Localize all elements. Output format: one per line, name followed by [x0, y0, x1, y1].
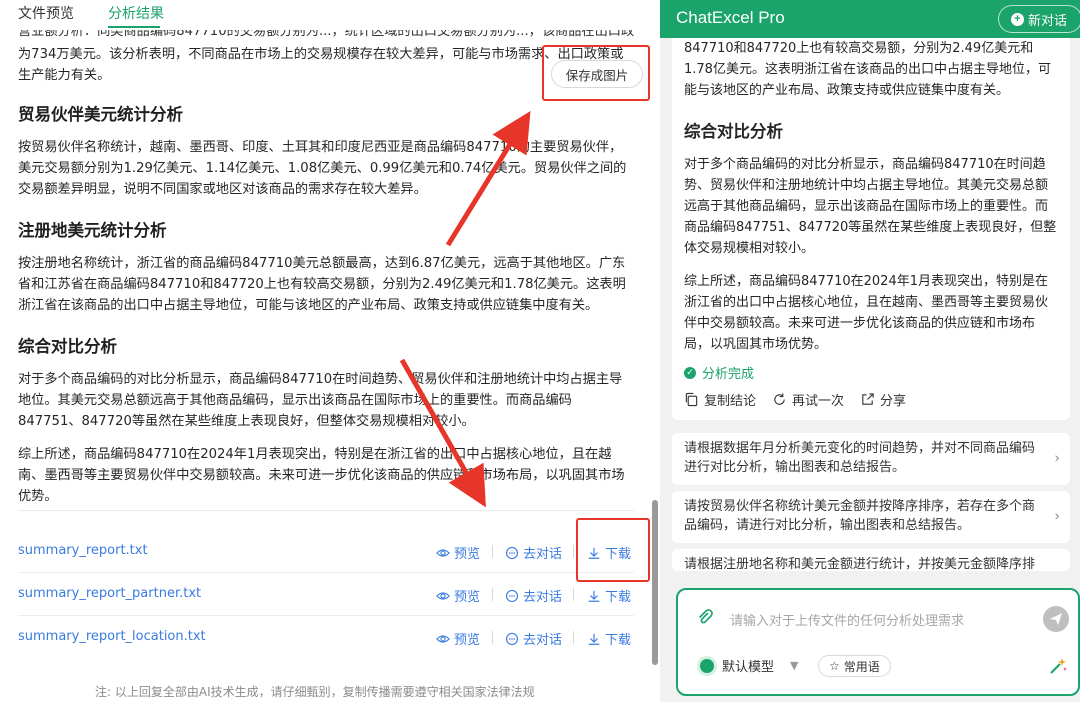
file-row: summary_report_location.txt 预览 去对话 下载	[18, 617, 634, 659]
new-chat-button[interactable]: + 新对话	[998, 5, 1080, 33]
answer-paragraph: 847710和847720上也有较高交易额，分别为2.49亿美元和1.78亿美元…	[684, 41, 1051, 98]
divider	[18, 572, 634, 573]
clipped-line: 营业额分析：同类商品编码847710的交易额分别为...，统计区域的出口交易额分…	[18, 28, 634, 39]
answer-actions: 复制结论 再试一次 分享	[684, 390, 906, 409]
chevron-down-icon: ▼	[790, 659, 799, 672]
separator	[492, 545, 493, 558]
suggestion-item[interactable]: 请按贸易伙伴名称统计美元金额并按降序排序，若存在多个商品编码，请进行对比分析，输…	[672, 491, 1070, 543]
tab-analysis-result[interactable]: 分析结果	[108, 3, 164, 23]
common-phrases-button[interactable]: ☆ 常用语	[818, 655, 891, 677]
separator	[573, 588, 574, 601]
chat-bubble-icon	[505, 546, 519, 559]
preview-button[interactable]: 预览	[436, 629, 480, 648]
file-link[interactable]: summary_report.txt	[18, 543, 148, 558]
eye-icon	[436, 634, 450, 643]
preview-button[interactable]: 预览	[436, 586, 480, 605]
answer-card: 847710和847720上也有较高交易额，分别为2.49亿美元和1.78亿美元…	[672, 30, 1070, 420]
section-heading-compare: 综合对比分析	[18, 337, 117, 356]
active-tab-indicator	[108, 26, 160, 28]
chevron-right-icon: ›	[1054, 450, 1060, 467]
download-button[interactable]: 下载	[587, 586, 631, 605]
report-paragraph-location: 按注册地名称统计，浙江省的商品编码847710美元总额最高，达到6.87亿美元，…	[18, 256, 626, 313]
suggestion-item[interactable]: 请根据注册地名称和美元金额进行统计，并按美元金额降序排	[672, 549, 1070, 571]
report-paragraph: 为734万美元。该分析表明，不同商品在市场上的交易规模存在较大差异，可能与市场需…	[18, 47, 624, 83]
plus-icon: +	[1011, 12, 1024, 26]
report-paragraph-summary: 综上所述，商品编码847710在2024年1月表现突出，特别是在浙江省的出口中占…	[18, 447, 625, 504]
divider	[18, 510, 634, 511]
analysis-status: ✓ 分析完成	[684, 363, 754, 382]
suggestion-item[interactable]: 请根据数据年月分析美元变化的时间趋势，并对不同商品编码进行对比分析，输出图表和总…	[672, 433, 1070, 485]
report-paragraph-compare: 对于多个商品编码的对比分析显示，商品编码847710在时间趋势、贸易伙伴和注册地…	[18, 372, 623, 429]
chat-input[interactable]: 请输入对于上传文件的任何分析处理需求	[730, 610, 964, 629]
report-content: 营业额分析：同类商品编码847710的交易额分别为...，统计区域的出口交易额分…	[18, 28, 634, 507]
share-icon	[862, 393, 874, 405]
paperclip-icon[interactable]	[696, 608, 714, 626]
chevron-right-icon: ›	[1054, 508, 1060, 525]
preview-button[interactable]: 预览	[436, 543, 480, 562]
download-icon	[588, 547, 600, 559]
download-button[interactable]: 下载	[587, 543, 631, 562]
file-row: summary_report_partner.txt 预览 去对话 下载	[18, 574, 634, 616]
star-icon: ☆	[829, 659, 840, 673]
answer-paragraph-summary: 综上所述，商品编码847710在2024年1月表现突出，特别是在浙江省的出口中占…	[684, 274, 1049, 352]
separator	[492, 631, 493, 644]
scrollbar[interactable]	[652, 500, 658, 665]
result-panel: 文件预览 分析结果 营业额分析：同类商品编码847710的交易额分别为...，统…	[0, 0, 660, 702]
tab-file-preview[interactable]: 文件预览	[18, 3, 74, 23]
answer-text: 847710和847720上也有较高交易额，分别为2.49亿美元和1.78亿美元…	[684, 38, 1060, 355]
go-chat-button[interactable]: 去对话	[505, 629, 562, 648]
send-icon	[1050, 613, 1062, 625]
save-as-image-button[interactable]: 保存成图片	[551, 60, 643, 88]
separator	[573, 545, 574, 558]
go-chat-button[interactable]: 去对话	[505, 543, 562, 562]
model-selector[interactable]: 默认模型 ▼	[700, 656, 798, 675]
magic-wand-icon[interactable]	[1048, 656, 1068, 676]
divider	[18, 615, 634, 616]
copy-icon	[685, 392, 698, 407]
chat-input-box[interactable]: 请输入对于上传文件的任何分析处理需求 默认模型 ▼ ☆ 常用语	[676, 588, 1080, 696]
ai-disclaimer: 注: 以上回复全部由AI技术生成，请仔细甄别，复制传播需要遵守相关国家法律法规	[95, 685, 535, 699]
separator	[573, 631, 574, 644]
refresh-icon	[774, 393, 785, 405]
answer-paragraph-compare: 对于多个商品编码的对比分析显示，商品编码847710在时间趋势、贸易伙伴和注册地…	[684, 157, 1057, 256]
section-heading-location: 注册地美元统计分析	[18, 221, 167, 240]
retry-button[interactable]: 再试一次	[772, 390, 844, 409]
go-chat-button[interactable]: 去对话	[505, 586, 562, 605]
chat-header: ChatExcel Pro + 新对话	[660, 0, 1080, 38]
file-link[interactable]: summary_report_location.txt	[18, 629, 206, 644]
answer-heading: 综合对比分析	[684, 122, 783, 141]
file-link[interactable]: summary_report_partner.txt	[18, 586, 201, 601]
chat-bubble-icon	[505, 632, 519, 645]
eye-icon	[436, 548, 450, 557]
tab-bar: 文件预览 分析结果	[0, 0, 660, 30]
download-icon	[588, 633, 600, 645]
chat-panel: ChatExcel Pro + 新对话 847710和847720上也有较高交易…	[660, 0, 1080, 702]
section-heading-partner: 贸易伙伴美元统计分析	[18, 105, 183, 124]
copy-conclusion-button[interactable]: 复制结论	[684, 390, 756, 409]
file-row: summary_report.txt 预览 去对话 下载	[18, 531, 634, 573]
download-button[interactable]: 下载	[587, 629, 631, 648]
separator	[492, 588, 493, 601]
eye-icon	[436, 591, 450, 600]
share-button[interactable]: 分享	[860, 390, 906, 409]
app-title: ChatExcel Pro	[676, 8, 785, 27]
check-circle-icon: ✓	[684, 366, 696, 379]
download-icon	[588, 590, 600, 602]
chat-bubble-icon	[505, 589, 519, 602]
report-paragraph-partner: 按贸易伙伴名称统计，越南、墨西哥、印度、土耳其和印度尼西亚是商品编码847710…	[18, 140, 627, 197]
send-button[interactable]	[1043, 606, 1069, 632]
model-status-dot	[700, 658, 714, 673]
